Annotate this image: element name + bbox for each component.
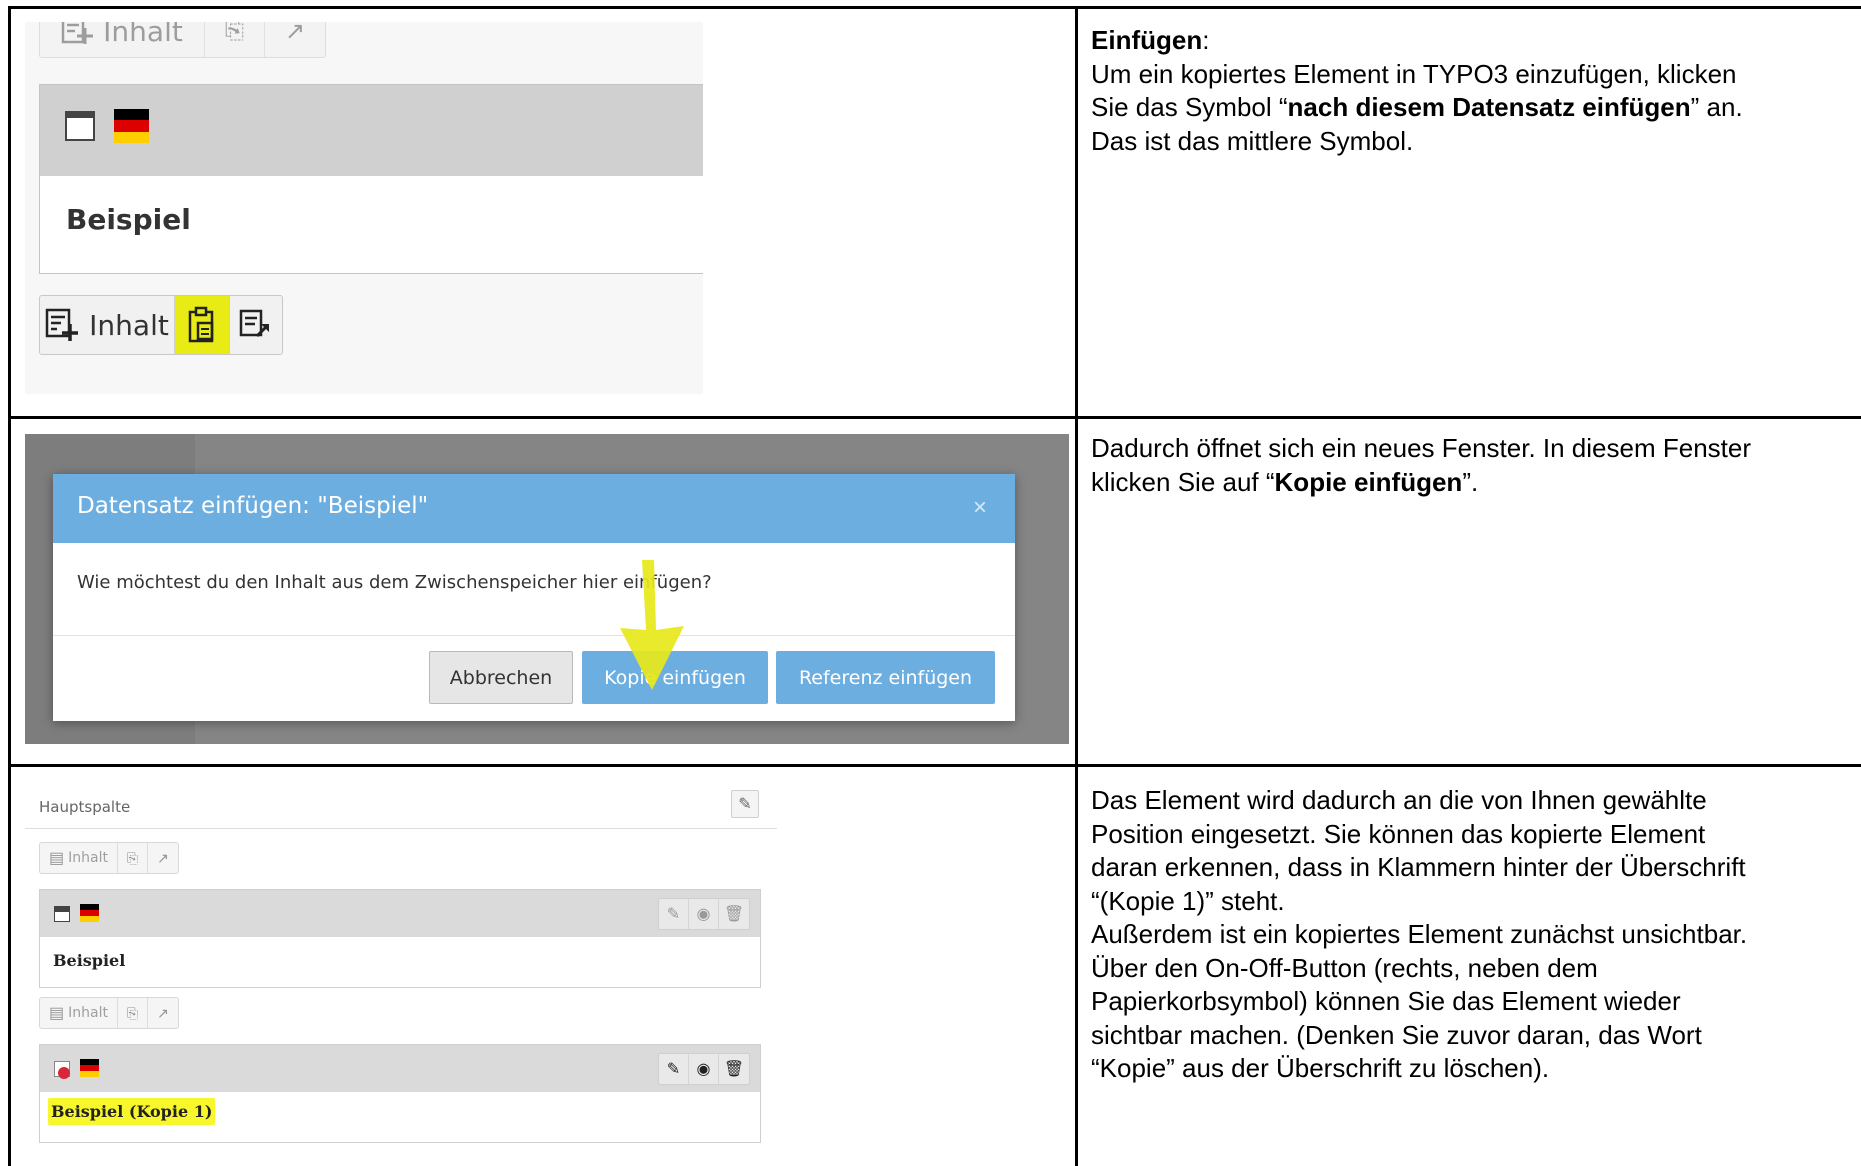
add-content-button[interactable]: Inhalt — [40, 296, 175, 354]
instruction-3-line-2: Position eingesetzt. Sie können das kopi… — [1091, 818, 1706, 849]
dialog-header: Datensatz einfügen: "Beispiel" × — [53, 474, 1015, 543]
trash-icon[interactable]: 🗑 — [719, 899, 749, 929]
content-toolbar-faded: Inhalt ⎘ ↗ — [39, 22, 326, 58]
heading-colon: : — [1202, 25, 1210, 55]
add-content-label-faded: Inhalt — [103, 22, 183, 48]
german-flag-icon — [114, 109, 149, 143]
paste-reference-icon: ↗ — [157, 1004, 169, 1021]
toggle-visibility-icon[interactable]: ◉ — [689, 899, 719, 929]
instruction-1-emphasis: nach diesem Datensatz einfügen — [1287, 92, 1691, 122]
window-icon — [54, 906, 70, 922]
paste-reference-button-faded[interactable]: ↗ — [265, 22, 325, 57]
screenshot-paste-dialog: Datensatz einfügen: "Beispiel" × Wie möc… — [25, 434, 1069, 744]
german-flag-icon — [80, 1059, 99, 1077]
add-content-icon: ▤ — [49, 1005, 65, 1022]
table-border-left — [8, 6, 11, 1166]
cancel-button[interactable]: Abbrechen — [429, 651, 573, 704]
instruction-text-1: Einfügen: Um ein kopiertes Element in TY… — [1091, 24, 1743, 158]
add-content-button-2[interactable]: ▤ Inhalt — [40, 998, 118, 1028]
paste-icon: ⎘ — [126, 849, 139, 866]
table-row-divider-1 — [8, 416, 1861, 419]
paste-reference-button[interactable] — [230, 296, 282, 354]
element-actions: ✎ ◉ 🗑 — [658, 898, 750, 930]
column-header-line — [25, 828, 777, 829]
instruction-3-line-6: Über den On-Off-Button (rechts, neben de… — [1091, 952, 1598, 983]
content-element-title: Beispiel — [53, 951, 126, 970]
instruction-1-line-2-end: ” an. — [1690, 92, 1743, 122]
paste-button-1[interactable]: ⎘ — [118, 843, 148, 873]
dialog-separator — [53, 635, 1015, 636]
copied-element-title: Beispiel (Kopie 1) — [48, 1098, 216, 1125]
table-column-divider — [1075, 6, 1078, 1166]
instruction-2-line-1: Dadurch öffnet sich ein neues Fenster. I… — [1091, 433, 1751, 463]
column-edit-button[interactable]: ✎ — [731, 790, 759, 818]
add-content-icon — [45, 308, 79, 341]
instruction-text-3: Das Element wird dadurch an die von Ihne… — [1091, 784, 1747, 1086]
content-element-header-copy: ✎ ◉ 🗑 — [40, 1045, 760, 1092]
close-icon[interactable]: × — [973, 494, 987, 522]
paste-icon — [188, 306, 214, 343]
content-element-header — [40, 85, 703, 176]
edit-pencil-icon[interactable]: ✎ — [659, 1054, 689, 1084]
add-content-icon: ▤ — [49, 850, 65, 867]
element-actions-copy: ✎ ◉ 🗑 — [658, 1053, 750, 1085]
down-arrow-annotation — [620, 560, 684, 690]
paste-reference-icon: ↗ — [157, 849, 169, 866]
instruction-3-line-4: “(Kopie 1)” steht. — [1091, 885, 1285, 916]
screenshot-paste-toolbar: Inhalt ⎘ ↗ Beispiel Inhalt — [25, 22, 703, 394]
paste-icon: ⎘ — [224, 22, 245, 44]
paste-button-faded[interactable]: ⎘ — [205, 22, 265, 57]
hidden-badge-icon — [58, 1067, 70, 1079]
paste-reference-button-1[interactable]: ↗ — [148, 843, 178, 873]
instruction-1-line-3: Das ist das mittlere Symbol. — [1091, 125, 1414, 156]
instruction-3-line-8: sichtbar machen. (Denken Sie zuvor daran… — [1091, 1019, 1702, 1050]
paste-dialog: Datensatz einfügen: "Beispiel" × Wie möc… — [53, 474, 1015, 721]
dialog-title: Datensatz einfügen: "Beispiel" — [77, 493, 429, 519]
instruction-2-emphasis: Kopie einfügen — [1274, 466, 1463, 497]
paste-reference-icon: ↗ — [284, 22, 306, 45]
content-toolbar: Inhalt — [39, 295, 283, 355]
add-content-icon — [61, 22, 94, 44]
instruction-3-line-9: “Kopie” aus der Überschrift zu löschen). — [1091, 1053, 1550, 1083]
add-content-label-1: Inhalt — [68, 850, 108, 866]
trash-icon[interactable]: 🗑 — [719, 1054, 749, 1084]
paste-reference-icon — [239, 309, 269, 338]
window-icon — [65, 111, 95, 141]
paste-button-2[interactable]: ⎘ — [118, 998, 148, 1028]
instruction-1-line-2-start: Sie das Symbol “ — [1091, 92, 1288, 122]
column-title: Hauptspalte — [39, 798, 131, 816]
paste-icon: ⎘ — [126, 1004, 139, 1021]
instruction-3-line-1: Das Element wird dadurch an die von Ihne… — [1091, 785, 1707, 815]
content-element-copy: ✎ ◉ 🗑 Beispiel (Kopie 1) — [39, 1044, 761, 1143]
add-content-label-2: Inhalt — [68, 1005, 108, 1021]
table-row-divider-2 — [8, 764, 1861, 767]
german-flag-icon — [80, 904, 99, 922]
add-content-button-1[interactable]: ▤ Inhalt — [40, 843, 118, 873]
instruction-3-line-5: Außerdem ist ein kopiertes Element zunäc… — [1091, 919, 1748, 949]
instruction-1-line-1: Um ein kopiertes Element in TYPO3 einzuf… — [1091, 58, 1737, 89]
instruction-2-line-2-end: ”. — [1462, 466, 1479, 497]
paste-reference-button[interactable]: Referenz einfügen — [776, 651, 995, 704]
screenshot-page-column: Hauptspalte ✎ ▤ Inhalt ⎘ ↗ ✎ ◉ 🗑 Beispie… — [25, 778, 777, 1148]
instruction-3-line-3: daran erkennen, dass in Klammern hinter … — [1091, 852, 1746, 882]
content-element-card: Beispiel — [39, 84, 703, 274]
instruction-2-line-2-start: klicken Sie auf “ — [1091, 466, 1275, 497]
add-content-button-faded[interactable]: Inhalt — [40, 22, 205, 57]
paste-reference-button-2[interactable]: ↗ — [148, 998, 178, 1028]
content-toolbar-middle: ▤ Inhalt ⎘ ↗ — [39, 997, 179, 1029]
instruction-heading-paste: Einfügen — [1091, 25, 1203, 55]
paste-after-button[interactable] — [175, 296, 230, 354]
content-toolbar-top: ▤ Inhalt ⎘ ↗ — [39, 842, 179, 874]
edit-column-icon: ✎ — [738, 796, 752, 813]
instruction-3-line-7: Papierkorbsymbol) können Sie das Element… — [1091, 986, 1681, 1016]
edit-pencil-icon[interactable]: ✎ — [659, 899, 689, 929]
instruction-text-2: Dadurch öffnet sich ein neues Fenster. I… — [1091, 432, 1751, 499]
content-element-header: ✎ ◉ 🗑 — [40, 890, 760, 937]
toggle-visibility-icon[interactable]: ◉ — [689, 1054, 719, 1084]
content-element-title: Beispiel — [66, 203, 191, 236]
add-content-label: Inhalt — [89, 308, 169, 342]
table-border-top — [8, 6, 1861, 9]
content-element-original: ✎ ◉ 🗑 Beispiel — [39, 889, 761, 988]
